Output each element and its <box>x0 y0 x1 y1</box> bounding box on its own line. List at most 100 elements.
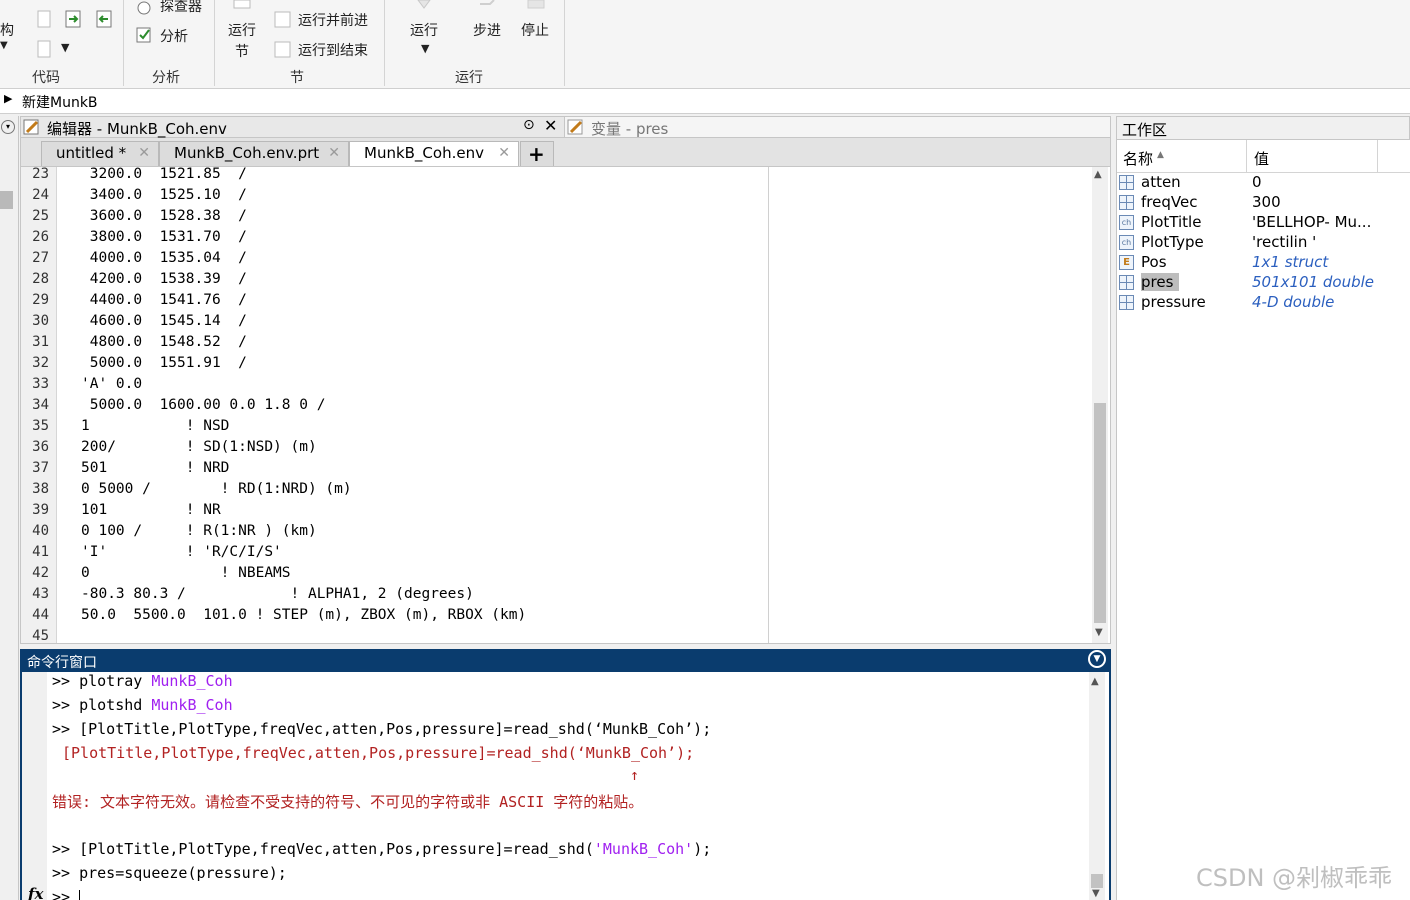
code-line[interactable]: 3200.0 1521.85 / <box>81 167 247 182</box>
run-section-icon[interactable] <box>233 0 251 18</box>
code-line[interactable]: 200/ ! SD(1:NSD) (m) <box>81 439 317 455</box>
workspace-variable-row[interactable]: atten 0 <box>1117 173 1410 193</box>
code-line[interactable]: 'A' 0.0 <box>81 376 142 392</box>
editor-vertical-scrollbar[interactable]: ▲ ▼ <box>1092 167 1108 643</box>
scroll-down-icon[interactable]: ▼ <box>1095 627 1103 638</box>
column-value-header[interactable]: 值 <box>1254 148 1269 169</box>
chevron-down-icon[interactable]: ▼ <box>61 41 69 54</box>
code-partial-label[interactable]: 构 <box>0 20 14 40</box>
command-window[interactable]: >> plotray MunkB_Coh >> plotshd MunkB_Co… <box>20 672 1111 900</box>
run-icon[interactable] <box>416 0 434 18</box>
code-line[interactable]: 4800.0 1548.52 / <box>81 334 247 350</box>
scroll-down-icon[interactable]: ▼ <box>1092 888 1100 899</box>
analyze-button[interactable]: 分析 <box>160 26 188 46</box>
editor-tabs: untitled * ✕ MunkB_Coh.env.prt ✕ MunkB_Coh… <box>20 138 1111 167</box>
code-line[interactable]: 3400.0 1525.10 / <box>81 187 247 203</box>
current-folder-path[interactable]: 新建MunkB <box>22 92 98 112</box>
code-line[interactable]: 3800.0 1531.70 / <box>81 229 247 245</box>
doc-icon[interactable] <box>35 10 53 28</box>
tab-munkb-coh-env-prt[interactable]: MunkB_Coh.env.prt ✕ <box>159 141 349 166</box>
workspace-variable-row[interactable]: ch PlotType 'rectilin ' <box>1117 233 1410 253</box>
add-tab-button[interactable]: + <box>520 141 554 166</box>
code-line[interactable]: 0 ! NBEAMS <box>81 565 291 581</box>
scroll-thumb[interactable] <box>1094 403 1106 623</box>
run-advance-icon[interactable] <box>274 11 292 29</box>
variable-editor-title[interactable]: 变量 - pres <box>591 118 668 139</box>
stop-button[interactable]: 停止 <box>521 20 549 40</box>
close-icon[interactable]: ✕ <box>544 116 557 135</box>
chevron-right-icon[interactable]: ▶ <box>4 92 12 105</box>
chevron-down-icon[interactable]: ▼ <box>421 42 429 55</box>
workspace-variable-row[interactable]: freqVec 300 <box>1117 193 1410 213</box>
address-bar[interactable]: ▶ 新建MunkB <box>0 89 1410 114</box>
run-button[interactable]: 运行 <box>410 20 438 40</box>
scroll-up-icon[interactable]: ▲ <box>1094 169 1102 180</box>
chevron-down-icon[interactable]: ▼ <box>0 40 8 51</box>
fx-function-browser-icon[interactable]: fx <box>28 885 43 900</box>
code-line[interactable]: 3600.0 1528.38 / <box>81 208 247 224</box>
command-line[interactable]: >> [PlotTitle,PlotType,freqVec,atten,Pos… <box>52 720 711 738</box>
stop-icon[interactable] <box>527 0 545 18</box>
editor-titlebar: 编辑器 - MunkB_Coh.env ⊙ ✕ <box>20 116 565 138</box>
indent-icon[interactable] <box>64 10 82 28</box>
step-icon[interactable] <box>478 0 496 18</box>
code-line[interactable]: 'I' ! 'R/C/I/S' <box>81 544 282 560</box>
step-button[interactable]: 步进 <box>473 20 501 40</box>
code-line[interactable]: 0 100 / ! R(1:NR ) (km) <box>81 523 317 539</box>
code-line[interactable]: 5000.0 1551.91 / <box>81 355 247 371</box>
code-line[interactable]: 4600.0 1545.14 / <box>81 313 247 329</box>
line-number: 42 <box>32 565 49 581</box>
scroll-thumb[interactable] <box>1091 874 1103 888</box>
scroll-up-icon[interactable]: ▲ <box>1091 676 1099 687</box>
format-icon[interactable] <box>35 40 53 58</box>
code-line[interactable]: 101 ! NR <box>81 502 221 518</box>
variable-editor-titlebar[interactable]: 变量 - pres <box>565 116 1111 138</box>
tab-munkb-coh-env[interactable]: MunkB_Coh.env ✕ <box>349 141 519 167</box>
variable-name: PlotType <box>1141 233 1204 251</box>
command-line[interactable]: >> plotshd MunkB_Coh <box>52 696 233 714</box>
editor-menu-icon[interactable]: ⊙ <box>523 117 535 133</box>
command-window-menu-icon[interactable]: ▼ <box>1088 650 1106 668</box>
workspace-variable-row[interactable]: E Pos 1x1 struct <box>1117 253 1410 273</box>
run-and-advance-button[interactable]: 运行并前进 <box>298 10 368 30</box>
code-line[interactable]: 4400.0 1541.76 / <box>81 292 247 308</box>
close-icon[interactable]: ✕ <box>328 145 340 161</box>
matrix-icon <box>1119 175 1134 190</box>
code-line[interactable]: 1 ! NSD <box>81 418 229 434</box>
code-line[interactable]: -80.3 80.3 / ! ALPHA1, 2 (degrees) <box>81 586 474 602</box>
collapse-icon[interactable]: ▾ <box>1 120 15 134</box>
workspace-variable-row[interactable]: pressure 4-D double <box>1117 293 1410 313</box>
code-editor[interactable]: 23 24 25 26 27 28 29 30 31 32 33 34 35 36 37 38 39 40 41 42… <box>20 166 1111 644</box>
run-to-end-icon[interactable] <box>274 41 292 59</box>
analyze-icon[interactable] <box>135 26 153 44</box>
close-icon[interactable]: ✕ <box>138 145 150 161</box>
text-cursor <box>79 889 81 900</box>
inspector-icon[interactable] <box>136 0 154 18</box>
code-line[interactable]: 50.0 5500.0 101.0 ! STEP (m), ZBOX (m), … <box>81 607 526 623</box>
code-line[interactable]: 4200.0 1538.39 / <box>81 271 247 287</box>
command-line[interactable]: >> plotray MunkB_Coh <box>52 672 233 690</box>
code-line[interactable]: 4000.0 1535.04 / <box>81 250 247 266</box>
line-number: 36 <box>32 439 49 455</box>
scroll-thumb[interactable] <box>0 191 13 209</box>
close-icon[interactable]: ✕ <box>498 145 510 161</box>
workspace-variable-row[interactable]: pres 501x101 double <box>1117 273 1410 293</box>
left-collapsed-panel[interactable]: ▾ <box>0 116 19 900</box>
command-vertical-scrollbar[interactable]: ▲ ▼ <box>1089 672 1105 900</box>
tab-untitled[interactable]: untitled * ✕ <box>41 141 159 166</box>
command-input[interactable]: >> <box>52 888 81 900</box>
variable-name: Pos <box>1141 253 1167 271</box>
inspector-button[interactable]: 探查器 <box>160 0 202 16</box>
code-line[interactable]: 0 5000 / ! RD(1:NRD) (m) <box>81 481 352 497</box>
code-line[interactable]: 5000.0 1600.00 0.0 1.8 0 / <box>81 397 326 413</box>
run-to-end-button[interactable]: 运行到结束 <box>298 40 368 60</box>
command-line[interactable]: >> pres=squeeze(pressure); <box>52 864 287 882</box>
run-section-button-line2[interactable]: 节 <box>235 41 249 61</box>
command-line[interactable]: >> [PlotTitle,PlotType,freqVec,atten,Pos… <box>52 840 711 858</box>
workspace-variable-row[interactable]: ch PlotTitle 'BELLHOP- Mu... <box>1117 213 1410 233</box>
column-name-header[interactable]: 名称 <box>1123 148 1153 169</box>
sort-asc-icon[interactable]: ▲ <box>1157 150 1164 160</box>
code-line[interactable]: 501 ! NRD <box>81 460 229 476</box>
outdent-icon[interactable] <box>95 10 113 28</box>
run-section-button[interactable]: 运行 <box>228 20 256 40</box>
